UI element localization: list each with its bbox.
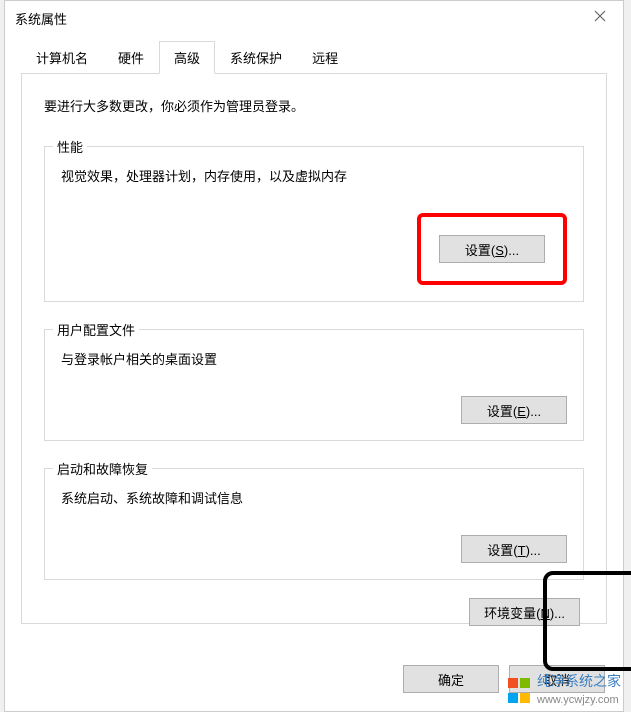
- advanced-panel: 要进行大多数更改，你必须作为管理员登录。 性能 视觉效果，处理器计划，内存使用，…: [21, 74, 607, 624]
- tab-hardware[interactable]: 硬件: [103, 41, 159, 73]
- user-profiles-settings-button[interactable]: 设置(E)...: [461, 396, 567, 424]
- performance-desc: 视觉效果，处理器计划，内存使用，以及虚拟内存: [61, 166, 567, 185]
- system-properties-window: 系统属性 计算机名 硬件 高级 系统保护 远程 要进行大多数更改，你必须作为管理…: [4, 0, 624, 712]
- startup-recovery-group: 启动和故障恢复 系统启动、系统故障和调试信息 设置(T)...: [44, 459, 584, 580]
- user-profiles-group: 用户配置文件 与登录帐户相关的桌面设置 设置(E)...: [44, 320, 584, 441]
- performance-legend: 性能: [53, 137, 87, 156]
- performance-settings-button[interactable]: 设置(S)...: [439, 235, 545, 263]
- ok-button[interactable]: 确定: [403, 665, 499, 693]
- tab-remote[interactable]: 远程: [297, 41, 353, 73]
- startup-recovery-desc: 系统启动、系统故障和调试信息: [61, 488, 567, 507]
- startup-recovery-legend: 启动和故障恢复: [53, 459, 152, 478]
- admin-note: 要进行大多数更改，你必须作为管理员登录。: [44, 96, 584, 115]
- window-title: 系统属性: [15, 9, 67, 28]
- titlebar: 系统属性: [5, 1, 623, 35]
- close-icon: [594, 10, 606, 22]
- content-area: 计算机名 硬件 高级 系统保护 远程 要进行大多数更改，你必须作为管理员登录。 …: [21, 41, 607, 651]
- tab-advanced[interactable]: 高级: [159, 41, 215, 74]
- tab-system-protection[interactable]: 系统保护: [215, 41, 297, 73]
- close-button[interactable]: [577, 1, 623, 31]
- tab-strip: 计算机名 硬件 高级 系统保护 远程: [21, 41, 607, 74]
- user-profiles-desc: 与登录帐户相关的桌面设置: [61, 349, 567, 368]
- tab-computer-name[interactable]: 计算机名: [21, 41, 103, 73]
- startup-recovery-settings-button[interactable]: 设置(T)...: [461, 535, 567, 563]
- env-variables-row: 环境变量(N)...: [44, 598, 584, 626]
- user-profiles-legend: 用户配置文件: [53, 320, 139, 339]
- performance-highlight: 设置(S)...: [417, 213, 567, 285]
- performance-group: 性能 视觉效果，处理器计划，内存使用，以及虚拟内存 设置(S)...: [44, 137, 584, 302]
- background-decoration: [543, 571, 631, 671]
